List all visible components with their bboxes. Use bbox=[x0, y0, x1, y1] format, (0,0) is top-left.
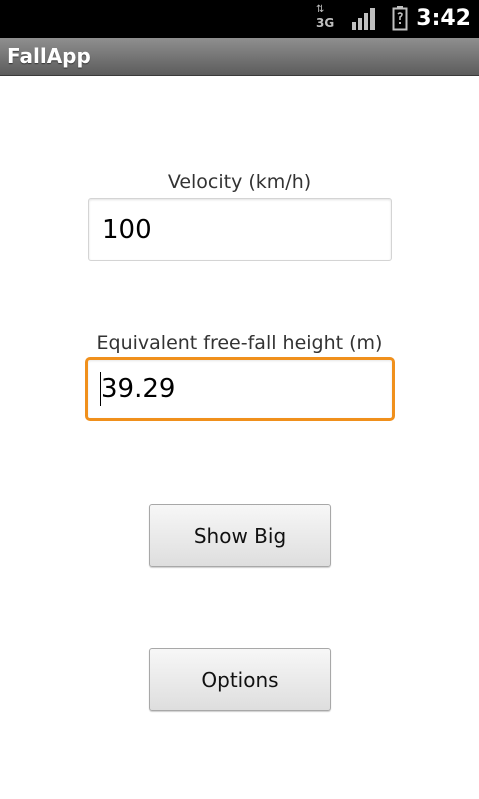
app-screen: ⇅ 3G 3:42 FallApp Velocity (km/h) 100 Eq… bbox=[0, 0, 479, 799]
velocity-value: 100 bbox=[102, 214, 152, 245]
show-big-button[interactable]: Show Big bbox=[149, 504, 331, 567]
battery-charging-icon bbox=[392, 0, 408, 38]
network-activity-arrows-icon: ⇅ bbox=[316, 4, 324, 15]
height-input[interactable]: 39.29 bbox=[85, 357, 395, 421]
network-type-label: 3G bbox=[316, 16, 335, 30]
app-title: FallApp bbox=[7, 44, 91, 68]
title-bar: FallApp bbox=[0, 38, 479, 76]
height-value: 39.29 bbox=[101, 374, 176, 404]
signal-bars-icon bbox=[350, 0, 378, 38]
status-bar: ⇅ 3G 3:42 bbox=[0, 0, 479, 38]
network-3g-icon: ⇅ 3G bbox=[314, 0, 336, 38]
height-value-container: 39.29 bbox=[100, 360, 175, 418]
status-clock: 3:42 bbox=[416, 6, 471, 31]
velocity-label: Velocity (km/h) bbox=[167, 171, 312, 193]
options-button[interactable]: Options bbox=[149, 648, 331, 711]
height-label: Equivalent free-fall height (m) bbox=[96, 332, 383, 354]
velocity-input[interactable]: 100 bbox=[88, 198, 392, 261]
